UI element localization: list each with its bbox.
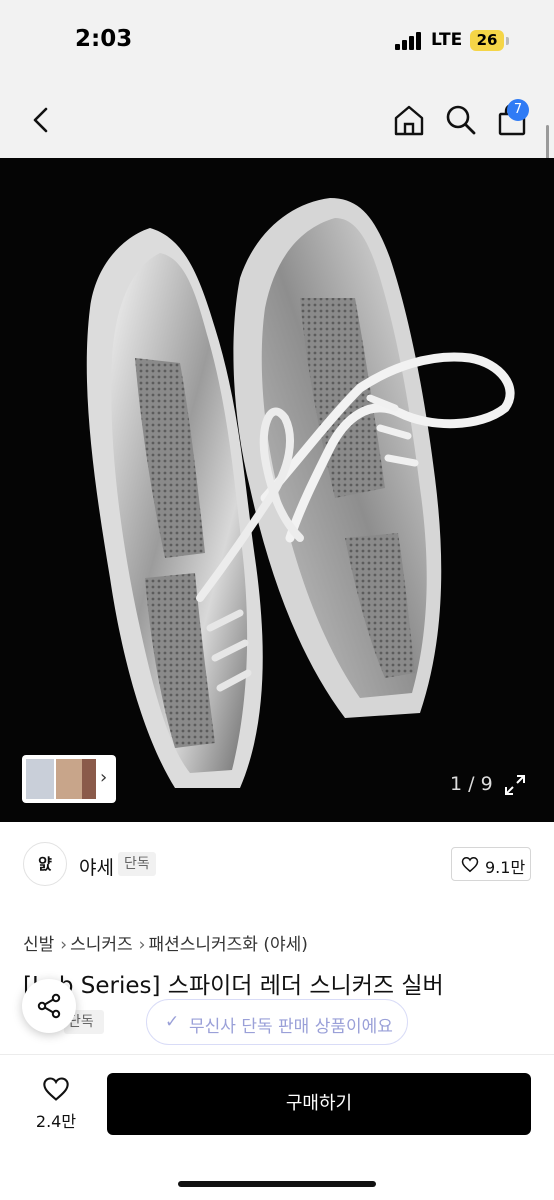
wishlist-button[interactable]: 2.4만 [28, 1076, 84, 1136]
breadcrumb-separator: › [60, 935, 68, 955]
status-bar: 2:03 LTE 26 [0, 0, 554, 84]
brand-name[interactable]: 야세 [79, 853, 114, 880]
breadcrumb: 신발 › 스니커즈 › 패션스니커즈화 (야세) [23, 930, 311, 955]
brand-like-count: 9.1만 [485, 858, 526, 877]
sneaker-photo [86, 198, 515, 788]
product-image[interactable] [0, 158, 554, 822]
check-icon: ✓ [165, 1012, 180, 1032]
chevron-right-icon[interactable]: › [100, 767, 107, 788]
image-counter: 1 / 9 [450, 773, 493, 795]
breadcrumb-separator: › [138, 935, 146, 955]
home-icon[interactable] [391, 102, 427, 138]
chevron-left-icon[interactable] [24, 102, 60, 138]
breadcrumb-item[interactable]: 신발 [23, 935, 54, 955]
search-icon[interactable] [443, 102, 479, 138]
status-time: 2:03 [75, 26, 133, 52]
exclusive-badge: 단독 [118, 852, 156, 876]
exclusive-notice-text: 무신사 단독 판매 상품이에요 [189, 1017, 393, 1037]
share-button[interactable] [22, 979, 76, 1033]
cart-count-badge: 7 [507, 99, 529, 121]
thumbnail-image[interactable] [82, 759, 96, 799]
top-nav-bar [0, 84, 554, 158]
brand-logo[interactable]: 얈 [23, 842, 67, 886]
heart-icon [43, 1077, 69, 1101]
brand-row: 얈 야세 단독 9.1만 [0, 822, 554, 908]
share-icon [37, 993, 61, 1019]
signal-icon [395, 32, 423, 50]
heart-icon [461, 856, 479, 873]
thumbnail-strip[interactable]: › [22, 755, 116, 803]
buy-button[interactable]: 구매하기 [107, 1073, 531, 1135]
breadcrumb-item[interactable]: 패션스니커즈화 (야세) [148, 935, 307, 955]
brand-like-button[interactable]: 9.1만 [451, 847, 531, 881]
thumbnail-image[interactable] [56, 759, 82, 799]
product-title: [Lab Series] 스파이더 레더 스니커즈 실버 [23, 973, 444, 999]
battery-tip [506, 37, 509, 45]
thumbnail-image[interactable] [26, 759, 54, 799]
battery-icon: 26 [470, 30, 504, 51]
expand-icon[interactable] [503, 773, 527, 797]
wishlist-count: 2.4만 [35, 1112, 77, 1131]
network-label: LTE [431, 30, 463, 50]
breadcrumb-item[interactable]: 스니커즈 [70, 935, 133, 955]
exclusive-notice: ✓ 무신사 단독 판매 상품이에요 [146, 999, 408, 1045]
home-indicator [178, 1181, 376, 1187]
